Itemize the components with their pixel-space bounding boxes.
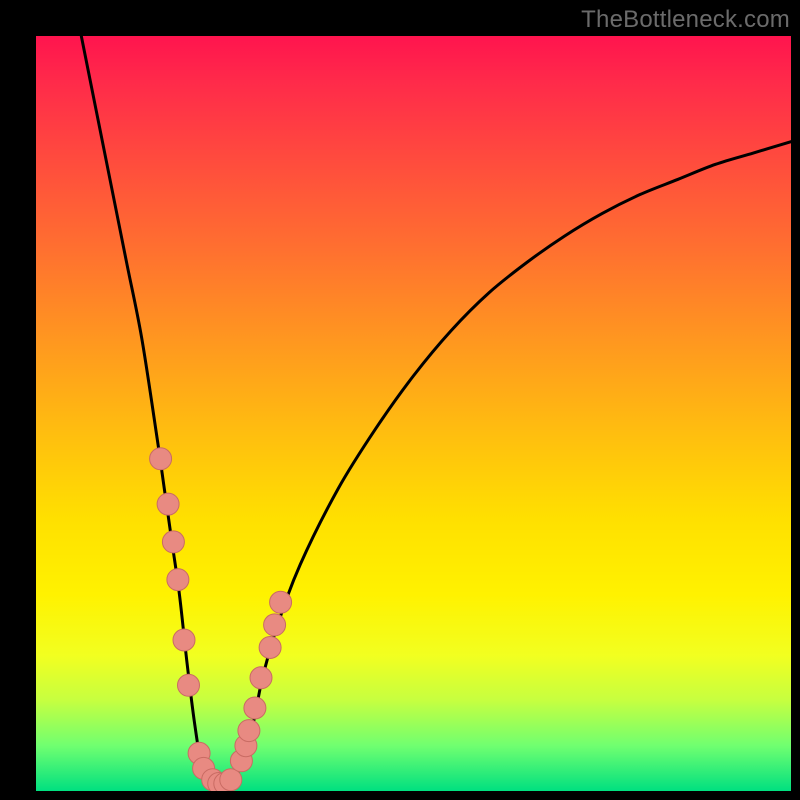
- bottleneck-curve: [81, 36, 791, 784]
- data-marker: [150, 448, 172, 470]
- chart-frame: TheBottleneck.com: [0, 0, 800, 800]
- data-marker: [259, 637, 281, 659]
- watermark-text: TheBottleneck.com: [581, 6, 790, 34]
- marker-group: [150, 448, 292, 791]
- data-marker: [264, 614, 286, 636]
- data-marker: [157, 493, 179, 515]
- plot-area: [36, 36, 791, 791]
- data-marker: [167, 569, 189, 591]
- data-marker: [270, 591, 292, 613]
- data-marker: [250, 667, 272, 689]
- data-marker: [162, 531, 184, 553]
- data-marker: [238, 720, 260, 742]
- data-marker: [178, 674, 200, 696]
- chart-svg: [36, 36, 791, 791]
- curve-group: [81, 36, 791, 784]
- data-marker: [173, 629, 195, 651]
- data-marker: [220, 769, 242, 791]
- data-marker: [244, 697, 266, 719]
